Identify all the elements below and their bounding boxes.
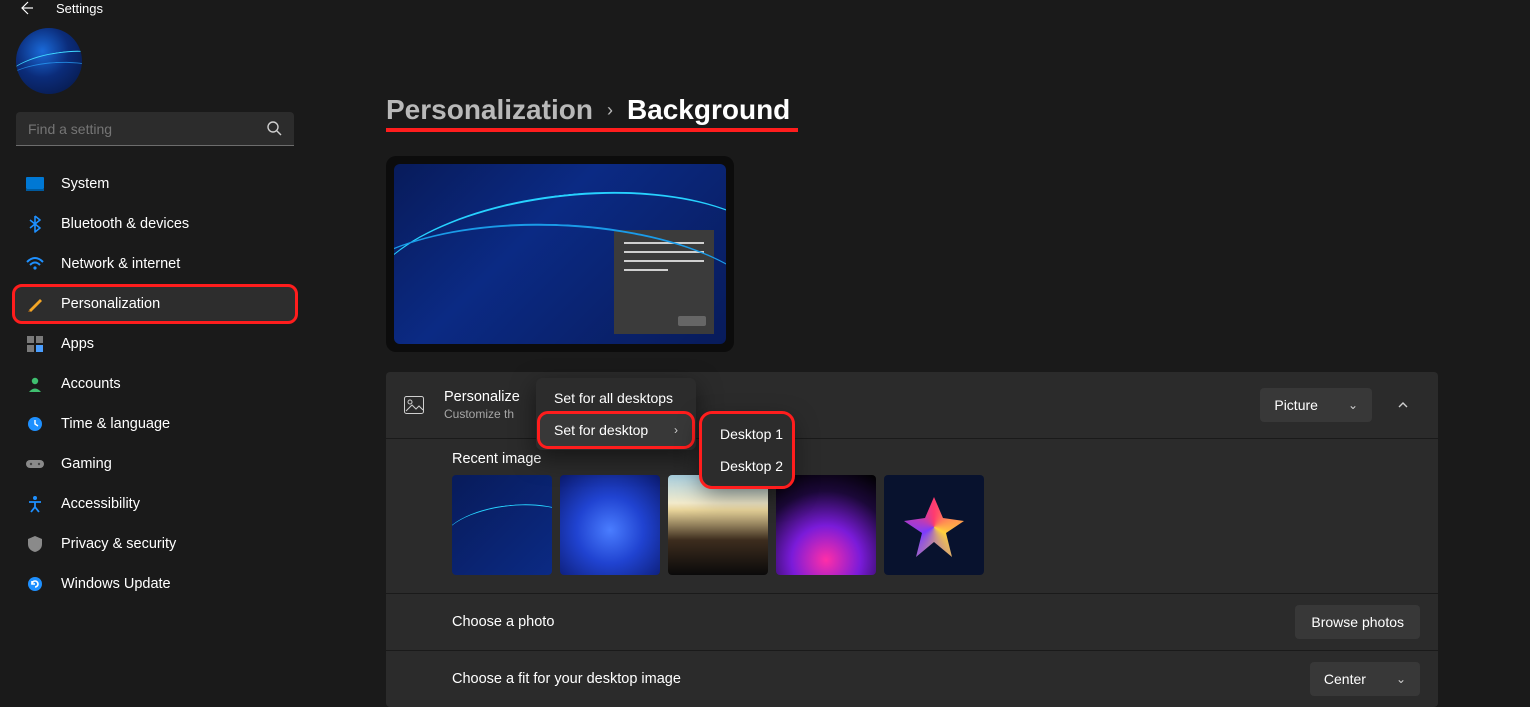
sidebar-item-update[interactable]: Windows Update <box>12 564 298 604</box>
sidebar-item-privacy[interactable]: Privacy & security <box>12 524 298 564</box>
back-icon[interactable] <box>18 0 34 16</box>
accessibility-icon <box>25 494 45 514</box>
fit-dropdown[interactable]: Center ⌄ <box>1310 662 1420 696</box>
search-input-wrapper <box>16 112 294 146</box>
recent-image-thumb[interactable] <box>884 475 984 575</box>
row-title-text: Personalize <box>444 389 520 405</box>
sidebar-item-accounts[interactable]: Accounts <box>12 364 298 404</box>
sidebar-item-bluetooth[interactable]: Bluetooth & devices <box>12 204 298 244</box>
choose-fit-label: Choose a fit for your desktop image <box>452 671 681 687</box>
dropdown-value: Center <box>1324 671 1366 687</box>
sidebar-item-label: Personalization <box>61 296 160 312</box>
browse-photos-button[interactable]: Browse photos <box>1295 605 1420 639</box>
wifi-icon <box>25 254 45 274</box>
sidebar-item-label: Windows Update <box>61 576 171 592</box>
background-preview <box>386 156 734 352</box>
breadcrumb-parent[interactable]: Personalization <box>386 94 593 126</box>
sidebar-item-label: Gaming <box>61 456 112 472</box>
search-input[interactable] <box>16 112 294 146</box>
chevron-right-icon: › <box>674 423 678 437</box>
paintbrush-icon <box>25 294 45 314</box>
recent-image-thumb[interactable] <box>560 475 660 575</box>
sidebar-item-system[interactable]: System <box>12 164 298 204</box>
clock-icon <box>25 414 45 434</box>
context-menu-item-set-for-desktop[interactable]: Set for desktop › <box>540 414 692 446</box>
background-type-dropdown[interactable]: Picture ⌄ <box>1260 388 1372 422</box>
sidebar-item-label: Accessibility <box>61 496 140 512</box>
sidebar-item-label: Apps <box>61 336 94 352</box>
monitor-icon <box>25 174 45 194</box>
update-icon <box>25 574 45 594</box>
context-menu: Set for all desktops Set for desktop › <box>536 378 696 450</box>
app-title: Settings <box>56 1 103 16</box>
search-icon <box>266 120 282 136</box>
sidebar-item-label: Bluetooth & devices <box>61 216 189 232</box>
sidebar-item-network[interactable]: Network & internet <box>12 244 298 284</box>
sidebar-item-label: Time & language <box>61 416 170 432</box>
context-menu-item-all-desktops[interactable]: Set for all desktops <box>540 382 692 414</box>
avatar[interactable] <box>16 28 82 94</box>
context-submenu: Desktop 1 Desktop 2 <box>702 414 792 486</box>
apps-icon <box>25 334 45 354</box>
chevron-down-icon: ⌄ <box>1348 398 1358 412</box>
choose-photo-row: Choose a photo Browse photos <box>386 594 1438 650</box>
context-submenu-item-desktop-2[interactable]: Desktop 2 <box>706 450 788 482</box>
sidebar-item-time[interactable]: Time & language <box>12 404 298 444</box>
sidebar-item-label: Accounts <box>61 376 121 392</box>
breadcrumb-current: Background <box>627 94 790 126</box>
breadcrumb: Personalization › Background <box>386 94 1440 126</box>
image-icon <box>404 396 426 414</box>
sidebar-item-apps[interactable]: Apps <box>12 324 298 364</box>
sidebar-item-label: Network & internet <box>61 256 180 272</box>
sidebar-item-personalization[interactable]: Personalization <box>12 284 298 324</box>
recent-image-thumb[interactable] <box>776 475 876 575</box>
choose-photo-label: Choose a photo <box>452 614 554 630</box>
gamepad-icon <box>25 454 45 474</box>
sidebar-item-label: System <box>61 176 109 192</box>
expand-button[interactable] <box>1386 388 1420 422</box>
recent-image-thumb[interactable] <box>668 475 768 575</box>
shield-icon <box>25 534 45 554</box>
choose-fit-row: Choose a fit for your desktop image Cent… <box>386 651 1438 707</box>
recent-image-thumb[interactable] <box>452 475 552 575</box>
bluetooth-icon <box>25 214 45 234</box>
chevron-right-icon: › <box>607 100 613 121</box>
person-icon <box>25 374 45 394</box>
sidebar-item-gaming[interactable]: Gaming <box>12 444 298 484</box>
recent-images-label: Recent image <box>452 451 1420 467</box>
dropdown-value: Picture <box>1274 397 1318 413</box>
sidebar-item-label: Privacy & security <box>61 536 176 552</box>
row-subtitle-text: Customize th <box>444 407 514 421</box>
sidebar-item-accessibility[interactable]: Accessibility <box>12 484 298 524</box>
context-submenu-item-desktop-1[interactable]: Desktop 1 <box>706 418 788 450</box>
